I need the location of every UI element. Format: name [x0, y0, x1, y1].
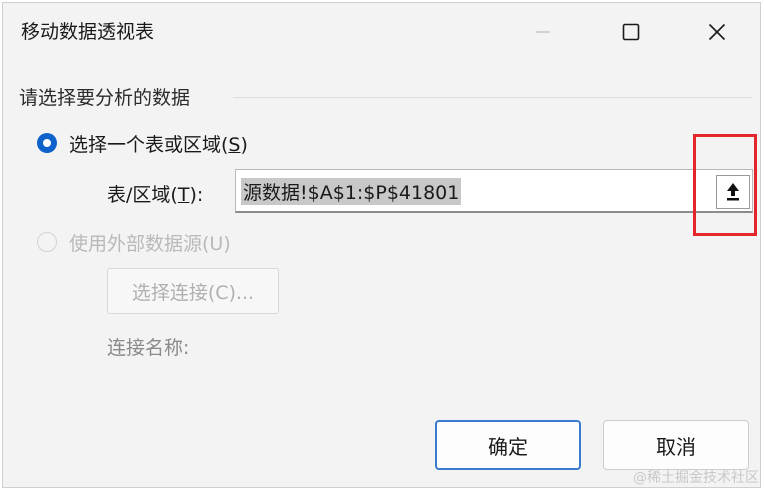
range-label-prefix: 表/区域( — [107, 184, 178, 206]
close-icon — [708, 23, 726, 41]
range-field-label: 表/区域(T): — [107, 180, 203, 207]
ok-button[interactable]: 确定 — [435, 420, 581, 470]
maximize-button[interactable] — [611, 15, 651, 49]
range-input[interactable]: 源数据!$A$1:$P$41801 — [235, 169, 753, 213]
range-label-suffix: ): — [189, 184, 204, 206]
select-range-radio[interactable] — [37, 133, 57, 153]
cancel-button[interactable]: 取消 — [603, 420, 749, 470]
select-range-option-label[interactable]: 选择一个表或区域(S) — [69, 130, 248, 157]
maximize-icon — [622, 23, 640, 41]
select-range-accesskey: S — [228, 134, 241, 156]
dialog-title: 移动数据透视表 — [21, 21, 155, 43]
range-label-accesskey: T — [177, 184, 190, 206]
connection-name-label: 连接名称: — [107, 337, 190, 359]
watermark: @稀土掘金技术社区 — [633, 470, 759, 486]
select-range-prefix: 选择一个表或区域( — [69, 134, 229, 156]
choose-connection-button[interactable]: 选择连接(C)... — [107, 268, 279, 314]
title-bar: 移动数据透视表 — [3, 3, 760, 61]
move-pivottable-dialog: 移动数据透视表 请选择要分析的数据 选择一个表或区域(S) 表/区域(T): 源… — [2, 2, 761, 488]
range-input-value: 源数据!$A$1:$P$41801 — [241, 178, 462, 205]
highlight-annotation-box — [693, 134, 757, 236]
select-range-suffix: ) — [240, 134, 248, 156]
external-source-option-label[interactable]: 使用外部数据源(U) — [69, 229, 231, 256]
minimize-button — [523, 15, 563, 49]
group-label: 请选择要分析的数据 — [19, 87, 191, 109]
group-divider — [233, 97, 752, 98]
external-source-radio[interactable] — [37, 232, 57, 252]
minimize-icon — [536, 31, 550, 33]
close-button[interactable] — [697, 15, 737, 49]
